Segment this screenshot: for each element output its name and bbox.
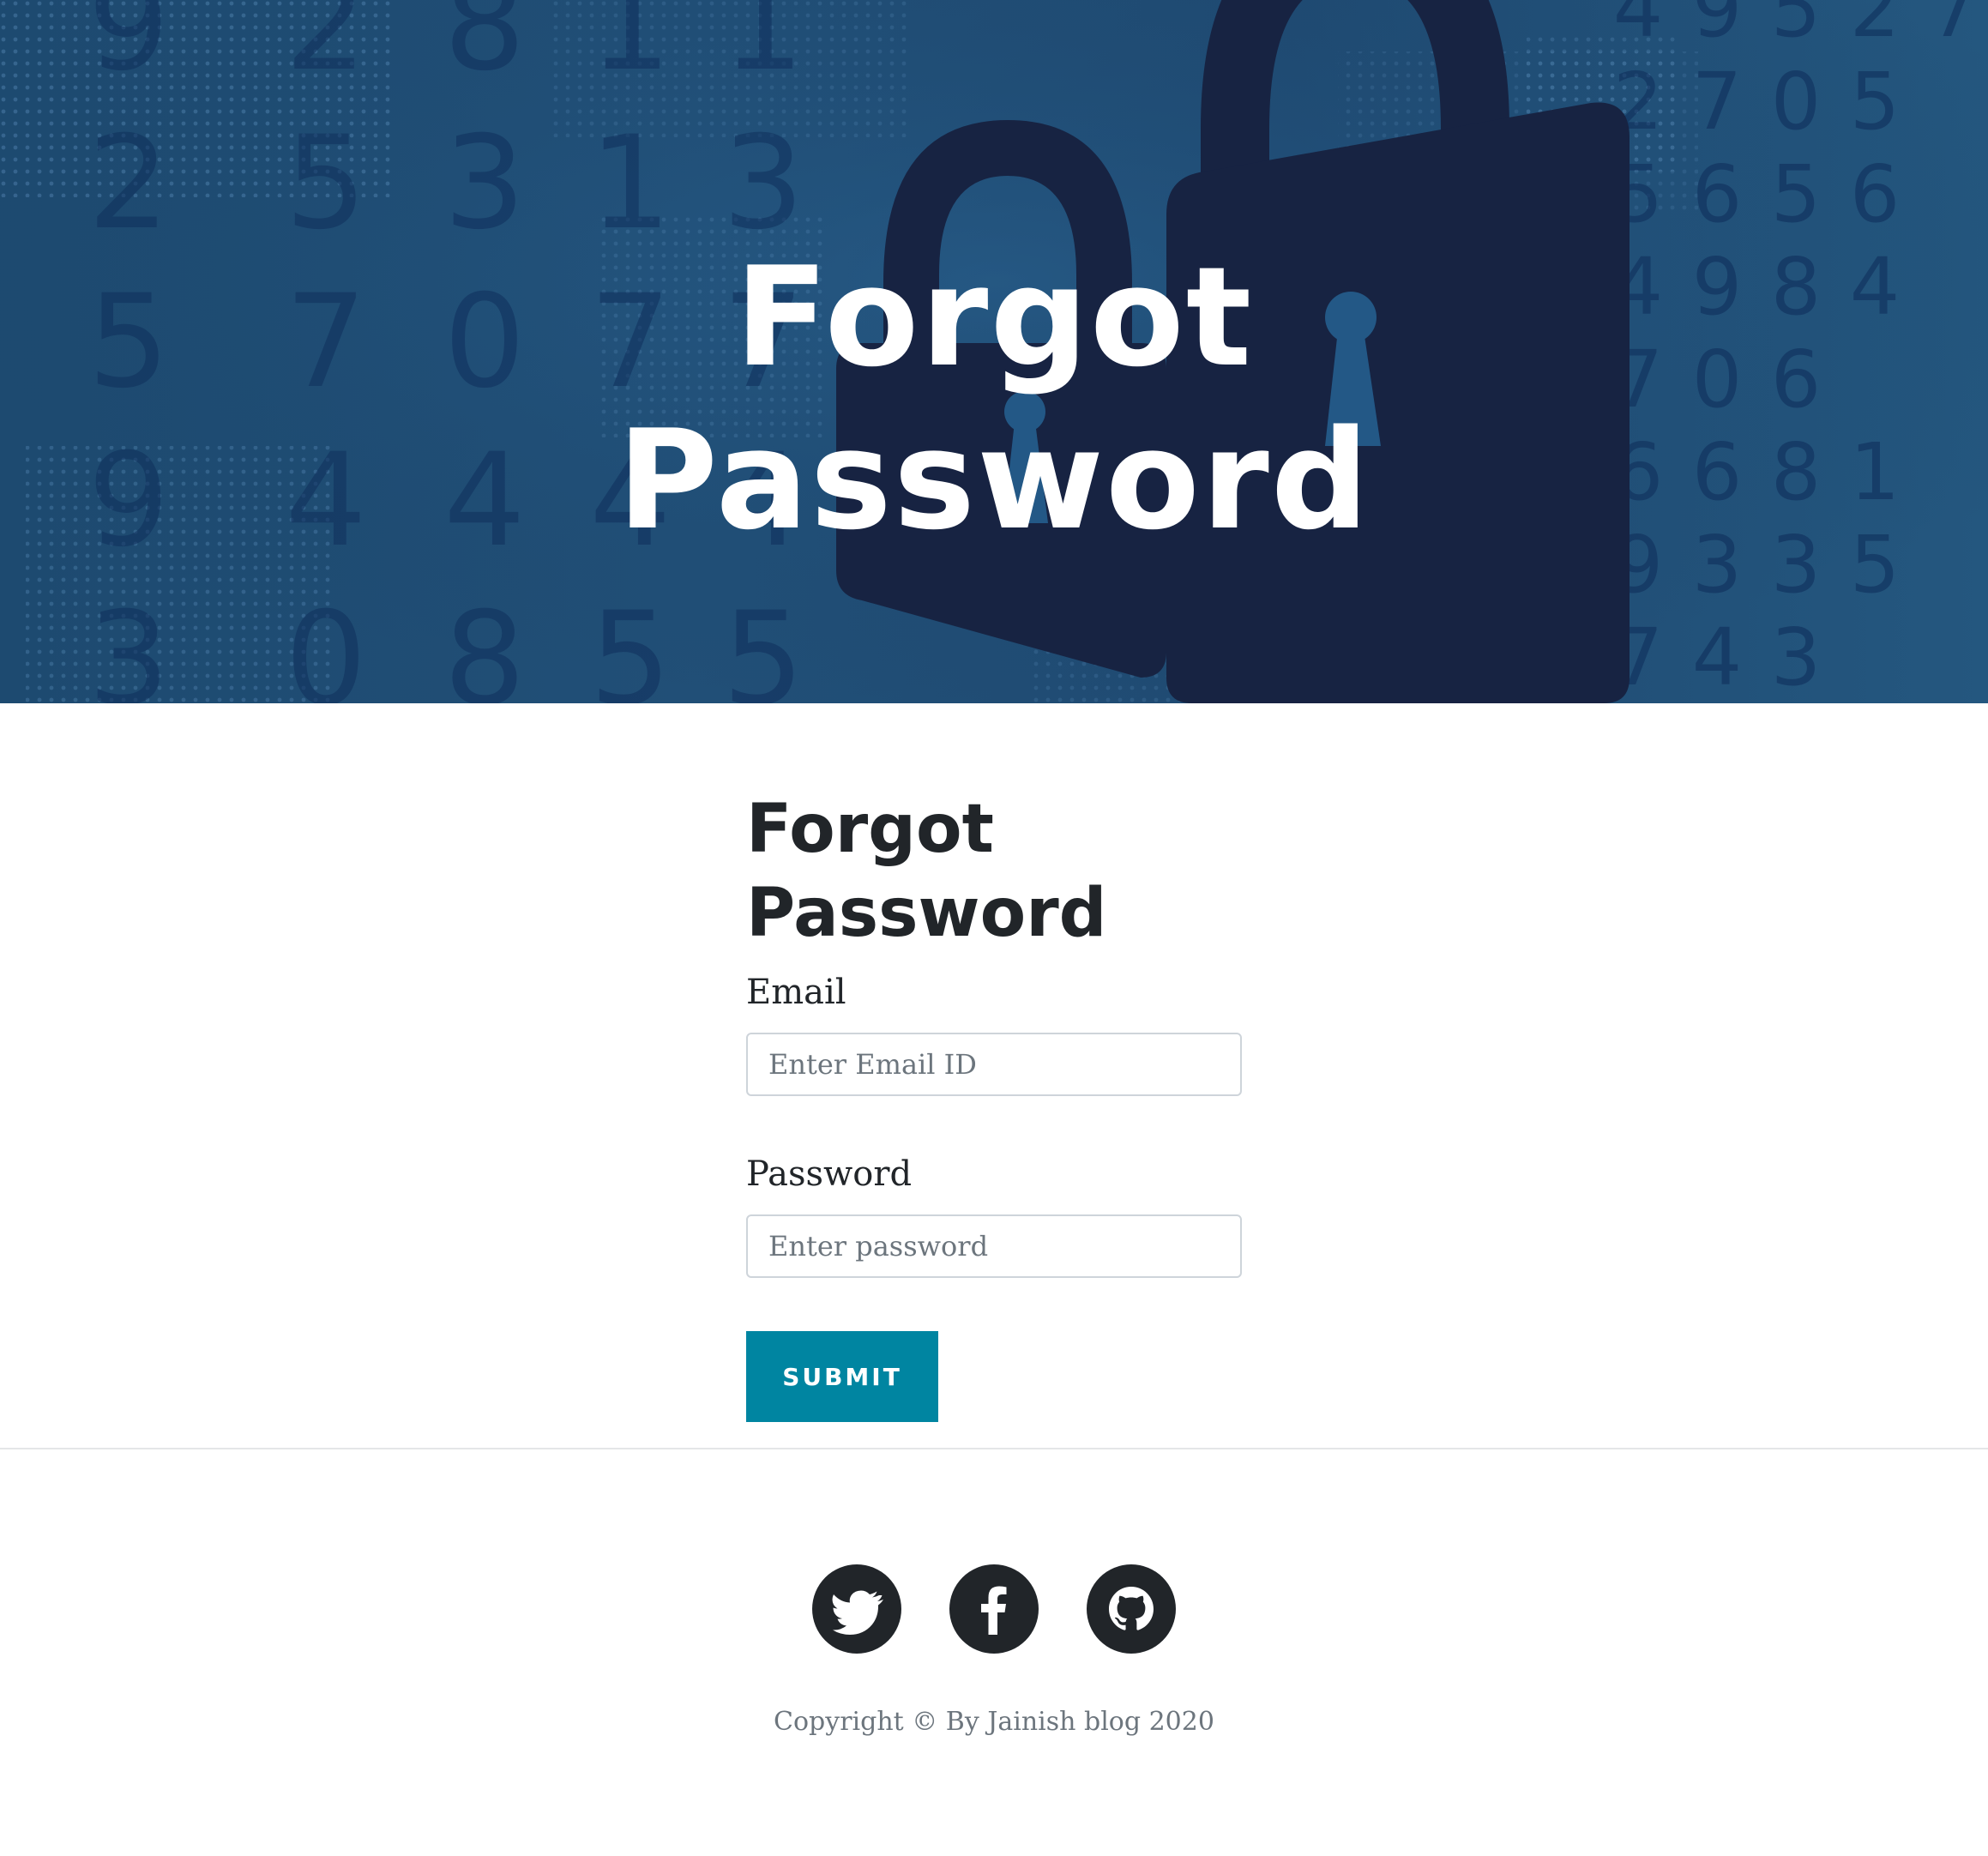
password-field[interactable] bbox=[746, 1214, 1242, 1278]
background-digit: 8 bbox=[443, 585, 525, 703]
background-digit: 8 bbox=[443, 0, 525, 99]
email-label: Email bbox=[746, 973, 846, 1012]
facebook-link[interactable] bbox=[949, 1564, 1039, 1654]
submit-button[interactable]: SUBMIT bbox=[746, 1331, 938, 1422]
background-digit: 9 bbox=[87, 0, 169, 99]
background-digit: 5 bbox=[589, 585, 671, 703]
background-digit: 9 bbox=[1692, 0, 1743, 55]
background-digit: 5 bbox=[722, 585, 804, 703]
copyright-text: Copyright © By Jainish blog 2020 bbox=[774, 1707, 1214, 1737]
twitter-link[interactable] bbox=[812, 1564, 901, 1654]
background-digit: 4 bbox=[1692, 612, 1743, 703]
background-digit: 2 bbox=[285, 0, 366, 99]
background-digit: 5 bbox=[1771, 148, 1822, 240]
form-title-line2: Password bbox=[746, 875, 1107, 952]
hero-banner: 9259325740830481174513745495272705565649… bbox=[0, 0, 1988, 703]
email-field[interactable] bbox=[746, 1033, 1242, 1096]
github-icon bbox=[1109, 1587, 1154, 1630]
form-title-line1: Forgot bbox=[746, 791, 994, 868]
background-digit: 0 bbox=[285, 585, 366, 703]
github-link[interactable] bbox=[1087, 1564, 1176, 1654]
background-digit: 0 bbox=[1771, 56, 1822, 148]
footer-divider bbox=[0, 1448, 1988, 1449]
background-digit: 6 bbox=[1850, 148, 1901, 240]
background-digit: 3 bbox=[1771, 612, 1822, 703]
facebook-icon bbox=[981, 1586, 1007, 1635]
background-digit: 6 bbox=[1692, 148, 1743, 240]
background-digit: 3 bbox=[87, 585, 169, 703]
hero-title-line1: Forgot bbox=[734, 237, 1254, 397]
background-digit: 7 bbox=[1692, 56, 1743, 148]
background-digit: 4 bbox=[1613, 0, 1664, 55]
background-digit: 5 bbox=[1850, 56, 1901, 148]
forgot-password-form: Forgot Password Email Password SUBMIT bbox=[746, 787, 1244, 1422]
password-label: Password bbox=[746, 1154, 913, 1194]
background-digit: 5 bbox=[1771, 0, 1822, 55]
hero-title: Forgot Password bbox=[0, 236, 1988, 562]
background-digit: 1 bbox=[589, 0, 671, 99]
twitter-icon bbox=[832, 1590, 883, 1635]
background-digit: 1 bbox=[722, 0, 804, 99]
background-digit: 7 bbox=[1929, 0, 1979, 55]
form-title: Forgot Password bbox=[746, 787, 1244, 955]
social-links bbox=[0, 1564, 1988, 1654]
hero-title-line2: Password bbox=[617, 400, 1371, 560]
background-digit: 2 bbox=[1850, 0, 1901, 55]
